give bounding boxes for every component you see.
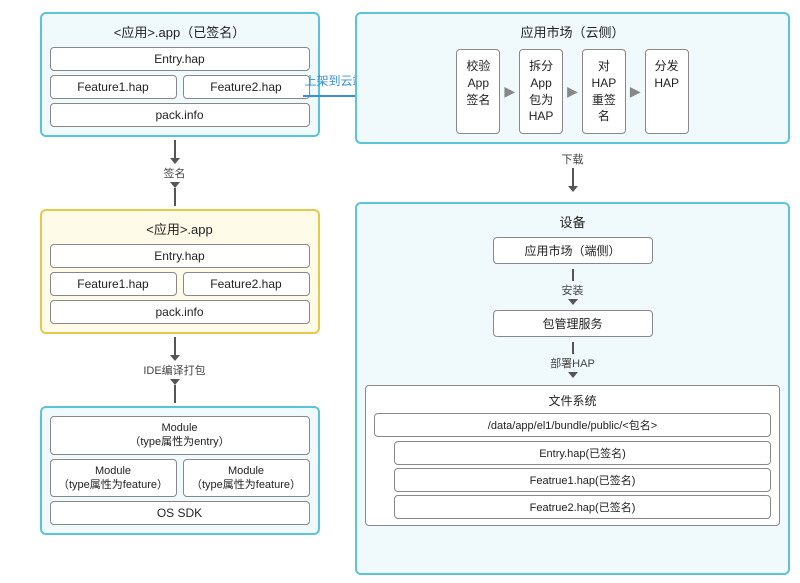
download-line <box>572 168 574 186</box>
cloud-step2-l2: App <box>530 76 551 90</box>
cloud-step3-l2: HAP <box>592 76 617 90</box>
step-arrow-3: ▶ <box>630 49 641 134</box>
cloud-step4-l1: 分发 <box>655 59 679 73</box>
cloud-step3-l1: 对 <box>598 59 610 73</box>
unsigned-app-title: <应用>.app <box>50 219 310 238</box>
feature1-hap-unsigned: Feature1.hap <box>50 272 177 296</box>
right-panel: 应用市场（云侧） 校验 App 签名 ▶ 拆分 App 包为 HAP ▶ 对 H… <box>345 0 800 583</box>
sign-label: 签名 <box>164 165 186 181</box>
install-label: 安装 <box>562 282 584 298</box>
device-inner: 应用市场（端侧） 安装 包管理服务 部署HAP 文件系统 /data/app/e… <box>365 237 780 526</box>
cloud-step3-l4: 名 <box>598 109 610 123</box>
ide-arrow-line2 <box>174 385 176 403</box>
feature2-hap-unsigned: Feature2.hap <box>183 272 310 296</box>
install-head <box>568 299 578 305</box>
module-right: Module （type属性为feature） <box>183 459 310 498</box>
pkgmgr-step: 包管理服务 <box>493 310 653 337</box>
cloud-step-4: 分发 HAP <box>645 49 689 134</box>
cloud-step3-l3: 重签 <box>592 93 616 107</box>
sign-arrow: 签名 <box>164 140 186 206</box>
cloud-step4-l2: HAP <box>654 76 679 90</box>
appmarket-step: 应用市场（端侧） <box>493 237 653 264</box>
device-title: 设备 <box>365 212 780 231</box>
download-arrow-head <box>568 186 578 192</box>
deploy-label: 部署HAP <box>550 355 595 371</box>
module-left: Module （type属性为feature） <box>50 459 177 498</box>
ide-arrow-head-up <box>170 379 180 385</box>
fs-title: 文件系统 <box>374 392 771 409</box>
download-label: 下载 <box>562 151 584 167</box>
ide-arrow-line <box>174 337 176 355</box>
module-left-line2: （type属性为feature） <box>58 479 168 491</box>
cloud-step2-l1: 拆分 <box>529 59 553 73</box>
feature1-signed: Featrue1.hap(已签名) <box>394 468 771 492</box>
sign-arrow-head <box>170 158 180 164</box>
entry-signed: Entry.hap(已签名) <box>394 441 771 465</box>
ide-arrow-head <box>170 355 180 361</box>
cloud-box: 应用市场（云侧） 校验 App 签名 ▶ 拆分 App 包为 HAP ▶ 对 H… <box>355 12 790 144</box>
step-arrow-2: ▶ <box>567 49 578 134</box>
cloud-step-2: 拆分 App 包为 HAP <box>519 49 563 134</box>
entry-hap-unsigned: Entry.hap <box>50 244 310 268</box>
module-right-line1: Module <box>228 465 264 477</box>
packinfo-signed: pack.info <box>50 103 310 127</box>
feature2-hap-signed: Feature2.hap <box>183 75 310 99</box>
install-line <box>572 269 574 281</box>
module-main-line2: （type属性为entry） <box>129 436 229 448</box>
cloud-step1-l2: App <box>468 76 489 90</box>
sign-arrow-line2 <box>174 188 176 206</box>
module-main: Module （type属性为entry） <box>50 416 310 455</box>
module-main-line1: Module <box>161 422 197 434</box>
signed-app-title: <应用>.app（已签名） <box>50 22 310 41</box>
module-left-line1: Module <box>95 465 131 477</box>
hap-row-unsigned: Feature1.hap Feature2.hap <box>50 272 310 296</box>
hap-row-signed: Feature1.hap Feature2.hap <box>50 75 310 99</box>
cloud-step1-l1: 校验 <box>466 59 490 73</box>
sign-arrow-head-up <box>170 182 180 188</box>
module-outer-box: Module （type属性为entry） Module （type属性为fea… <box>40 406 320 535</box>
cloud-step2-l4: HAP <box>529 109 554 123</box>
sign-arrow-line <box>174 140 176 158</box>
step-arrow-1: ▶ <box>504 49 515 134</box>
signed-app-box: <应用>.app（已签名） Entry.hap Feature1.hap Fea… <box>40 12 320 137</box>
feature2-signed: Featrue2.hap(已签名) <box>394 495 771 519</box>
entry-hap-signed: Entry.hap <box>50 47 310 71</box>
fs-path: /data/app/el1/bundle/public/<包名> <box>374 413 771 437</box>
ide-label: IDE编译打包 <box>143 362 205 378</box>
feature1-hap-signed: Feature1.hap <box>50 75 177 99</box>
cloud-step-3: 对 HAP 重签 名 <box>582 49 626 134</box>
fs-files: Entry.hap(已签名) Featrue1.hap(已签名) Featrue… <box>394 441 771 519</box>
module-right-line2: （type属性为feature） <box>191 479 301 491</box>
left-panel: <应用>.app（已签名） Entry.hap Feature1.hap Fea… <box>0 0 345 583</box>
cloud-step-1: 校验 App 签名 <box>456 49 500 134</box>
diagram-wrapper: <应用>.app（已签名） Entry.hap Feature1.hap Fea… <box>0 0 800 583</box>
fs-box: 文件系统 /data/app/el1/bundle/public/<包名> En… <box>365 385 780 526</box>
cloud-step2-l3: 包为 <box>529 93 553 107</box>
os-sdk: OS SDK <box>50 501 310 525</box>
unsigned-app-box: <应用>.app Entry.hap Feature1.hap Feature2… <box>40 209 320 334</box>
device-box: 设备 应用市场（端侧） 安装 包管理服务 部署HAP 文件系统 /d <box>355 202 790 575</box>
ide-arrow: IDE编译打包 <box>143 337 205 403</box>
install-arrow: 安装 <box>562 269 584 305</box>
module-row: Module （type属性为feature） Module （type属性为f… <box>50 459 310 498</box>
download-arrow-wrap: 下载 <box>355 150 790 192</box>
cloud-title: 应用市场（云侧） <box>365 22 780 41</box>
deploy-arrow: 部署HAP <box>550 342 595 378</box>
cloud-steps: 校验 App 签名 ▶ 拆分 App 包为 HAP ▶ 对 HAP 重签 名 <box>365 49 780 134</box>
cloud-step1-l3: 签名 <box>466 93 490 107</box>
packinfo-unsigned: pack.info <box>50 300 310 324</box>
deploy-line <box>572 342 574 354</box>
deploy-head <box>568 372 578 378</box>
